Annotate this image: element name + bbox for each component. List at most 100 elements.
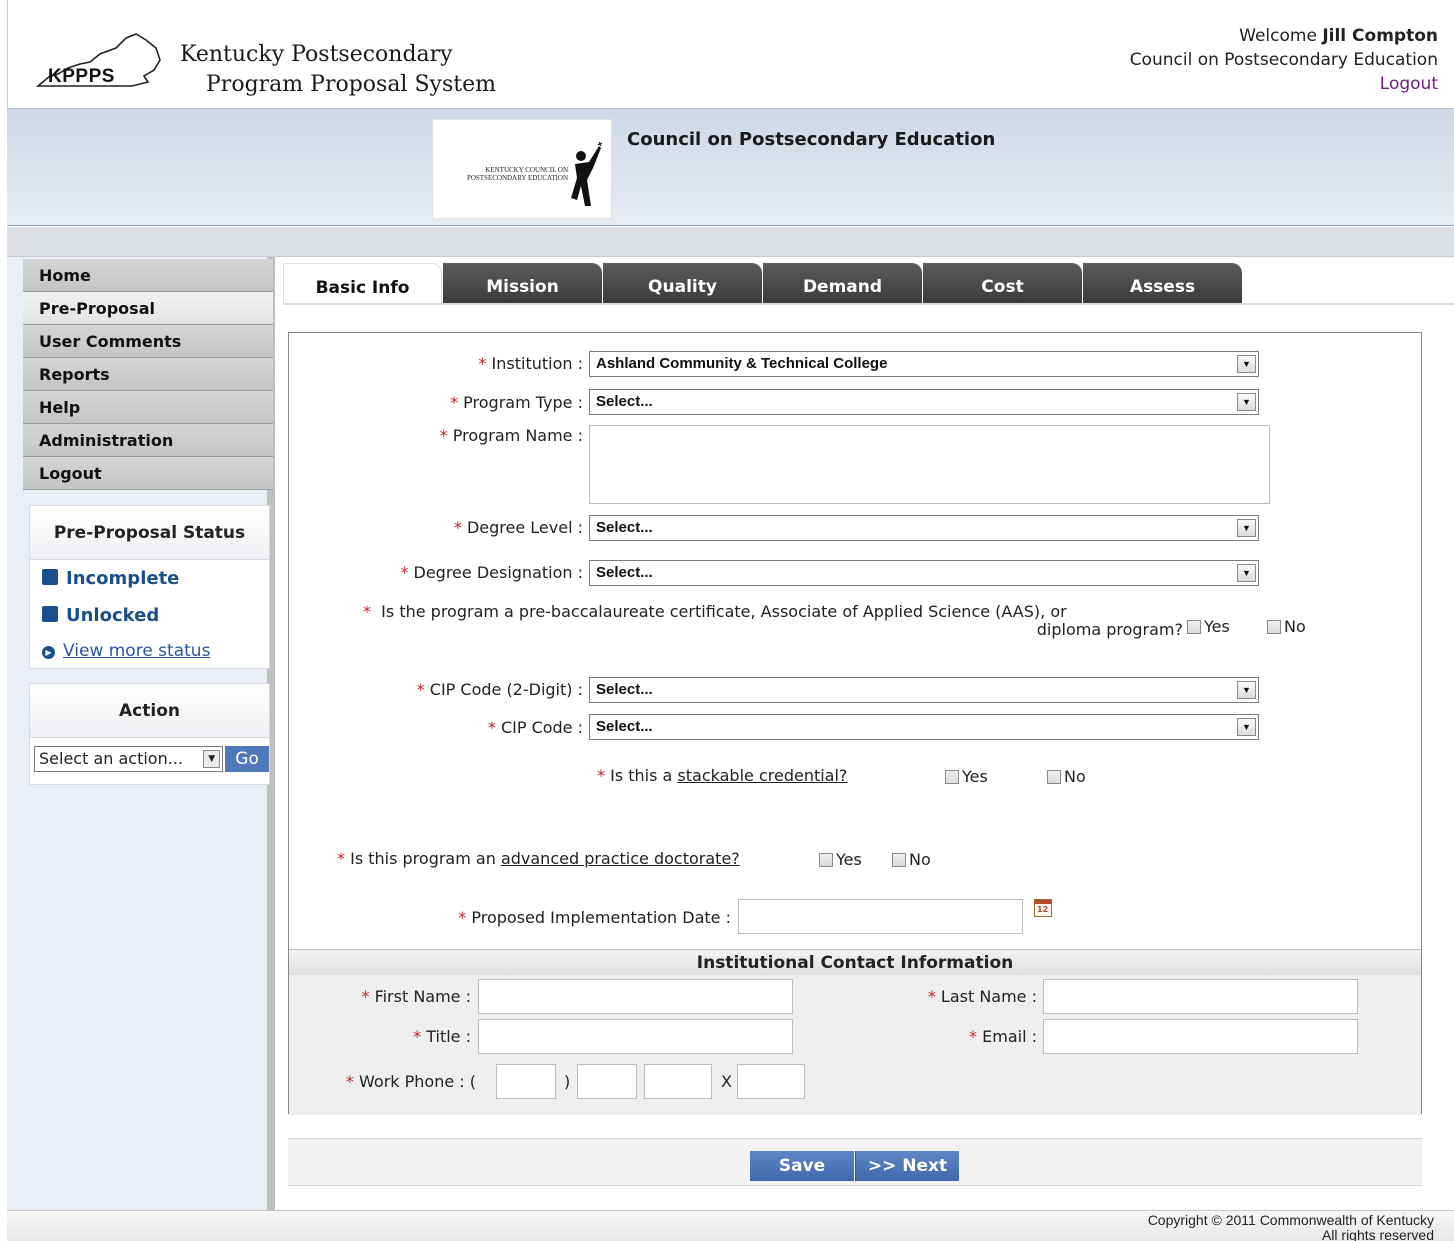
doctorate-no-checkbox[interactable]	[892, 853, 906, 867]
required-marker: *	[478, 354, 487, 373]
status-state-text: Incomplete	[66, 568, 180, 589]
stackable-no-option[interactable]: No	[1047, 767, 1086, 786]
aas-question-line2: diploma program?	[1036, 620, 1183, 639]
copyright: Copyright © 2011 Commonwealth of Kentuck…	[1148, 1213, 1434, 1241]
cip-select[interactable]: Select... ▼	[589, 714, 1259, 740]
site-title: Kentucky Postsecondary Program Proposal …	[180, 40, 496, 100]
yes-label: Yes	[1204, 617, 1230, 636]
program-name-label-text: Program Name :	[452, 426, 583, 445]
required-marker: *	[337, 849, 345, 868]
last-name-input[interactable]	[1043, 979, 1358, 1014]
sidebar-item-administration[interactable]: Administration	[23, 424, 273, 457]
required-marker: *	[400, 563, 409, 582]
status-panel: Pre-Proposal Status Incomplete Unlocked …	[29, 505, 270, 669]
institution-label: * Institution :	[478, 354, 583, 373]
last-name-label-text: Last Name :	[940, 987, 1037, 1006]
floppy-disk-icon	[42, 569, 58, 585]
phone-extension-input[interactable]	[737, 1064, 805, 1099]
tab-assess[interactable]: Assess	[1083, 263, 1242, 304]
next-button[interactable]: >> Next	[855, 1151, 959, 1181]
cpe-logo-text: KENTUCKY COUNCIL ON POSTSECONDARY EDUCAT…	[433, 166, 568, 182]
advanced-practice-doctorate-link[interactable]: advanced practice doctorate?	[501, 849, 740, 868]
tab-bar: Basic Info Mission Quality Demand Cost A…	[283, 263, 1243, 304]
required-marker: *	[458, 908, 467, 927]
header-logout-link[interactable]: Logout	[1380, 74, 1438, 94]
degree-level-select[interactable]: Select... ▼	[589, 515, 1259, 541]
phone-line-input[interactable]	[644, 1064, 712, 1099]
degree-designation-label: * Degree Designation :	[400, 563, 583, 582]
copyright-line1: Copyright © 2011 Commonwealth of Kentuck…	[1147, 1212, 1434, 1228]
cip2-value: Select...	[596, 681, 653, 698]
unlock-icon	[42, 606, 58, 622]
sidebar-item-home[interactable]: Home	[23, 259, 273, 292]
chevron-down-icon: ▼	[1237, 393, 1256, 411]
form-actions: Save >> Next	[288, 1138, 1422, 1186]
cpe-logo-line2: POSTSECONDARY EDUCATION	[466, 174, 568, 182]
sidebar-item-pre-proposal[interactable]: Pre-Proposal	[23, 292, 273, 325]
cip2-select[interactable]: Select... ▼	[589, 677, 1259, 703]
site-title-line1: Kentucky Postsecondary	[180, 42, 453, 67]
stackable-credential-link[interactable]: stackable credential?	[677, 766, 847, 785]
institution-select[interactable]: Ashland Community & Technical College ▼	[589, 351, 1259, 377]
implementation-date-label-text: Proposed Implementation Date :	[471, 908, 731, 927]
view-more-status-link[interactable]: View more status	[63, 641, 210, 661]
first-name-label: * First Name :	[361, 987, 471, 1006]
stackable-no-checkbox[interactable]	[1047, 770, 1061, 784]
email-input[interactable]	[1043, 1019, 1358, 1054]
stackable-yes-checkbox[interactable]	[945, 770, 959, 784]
program-type-select[interactable]: Select... ▼	[589, 389, 1259, 415]
doctorate-no-option[interactable]: No	[892, 850, 931, 869]
first-name-input[interactable]	[478, 979, 793, 1014]
status-unlocked: Unlocked	[30, 597, 269, 634]
header-divider	[7, 227, 1454, 257]
sidebar-item-reports[interactable]: Reports	[23, 358, 273, 391]
sidebar-item-user-comments[interactable]: User Comments	[23, 325, 273, 358]
required-marker: *	[450, 393, 459, 412]
aas-yes-checkbox[interactable]	[1187, 620, 1201, 634]
program-name-label: * Program Name :	[440, 426, 583, 445]
chevron-down-icon: ▼	[1237, 355, 1256, 373]
aas-yes-option[interactable]: Yes	[1187, 617, 1230, 636]
phone-paren-close: )	[564, 1072, 571, 1091]
implementation-date-input[interactable]	[738, 899, 1023, 934]
cip-label-text: CIP Code :	[500, 718, 583, 737]
calendar-icon[interactable]: 12	[1034, 899, 1052, 917]
doctorate-yes-option[interactable]: Yes	[819, 850, 862, 869]
degree-designation-select[interactable]: Select... ▼	[589, 560, 1259, 586]
aas-no-option[interactable]: No	[1267, 617, 1306, 636]
required-marker: *	[416, 680, 425, 699]
title-input[interactable]	[478, 1019, 793, 1054]
stackable-yes-option[interactable]: Yes	[945, 767, 988, 786]
action-select-value: Select an action...	[39, 749, 183, 768]
go-button[interactable]: Go	[225, 746, 269, 772]
required-marker: *	[439, 426, 448, 445]
contact-section-title: Institutional Contact Information	[289, 949, 1421, 975]
tab-quality[interactable]: Quality	[603, 263, 762, 304]
program-name-textarea[interactable]	[589, 425, 1270, 504]
work-phone-label: * Work Phone : (	[346, 1072, 476, 1091]
kppps-logo[interactable]: KPPPS	[28, 24, 173, 94]
chevron-down-icon: ▼	[1237, 564, 1256, 582]
phone-area-code-input[interactable]	[496, 1064, 556, 1099]
phone-prefix-input[interactable]	[577, 1064, 637, 1099]
tab-mission[interactable]: Mission	[443, 263, 602, 304]
doctorate-prefix: Is this program an	[350, 849, 496, 868]
user-welcome: Welcome Jill Compton Council on Postseco…	[1130, 24, 1438, 96]
aas-no-checkbox[interactable]	[1267, 620, 1281, 634]
tab-cost[interactable]: Cost	[923, 263, 1082, 304]
doctorate-yes-checkbox[interactable]	[819, 853, 833, 867]
chevron-down-icon: ▼	[1237, 681, 1256, 699]
tab-demand[interactable]: Demand	[763, 263, 922, 304]
sidebar-item-logout[interactable]: Logout	[23, 457, 273, 490]
required-marker: *	[345, 1072, 354, 1091]
sidebar-item-help[interactable]: Help	[23, 391, 273, 424]
view-more-status: ▶ View more status	[30, 634, 269, 668]
save-button[interactable]: Save	[750, 1151, 854, 1181]
cpe-logo-line1: KENTUCKY COUNCIL ON	[485, 166, 568, 174]
required-marker: *	[453, 518, 462, 537]
required-marker: *	[361, 987, 370, 1006]
required-marker: *	[927, 987, 936, 1006]
work-phone-label-text: Work Phone :	[359, 1072, 465, 1091]
tab-basic-info[interactable]: Basic Info	[283, 263, 442, 304]
action-select[interactable]: Select an action... ▼	[34, 746, 224, 772]
